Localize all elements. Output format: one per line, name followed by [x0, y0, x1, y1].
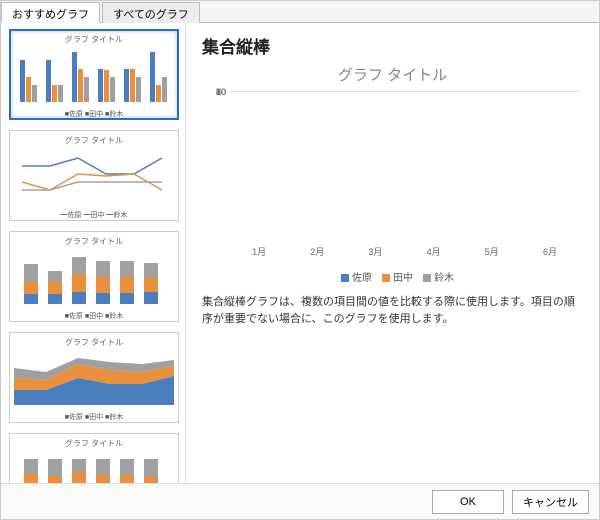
thumbnail-list[interactable]: グラフ タイトル [1, 23, 186, 483]
thumb-chart [14, 148, 174, 208]
x-tick-label: 5月 [463, 241, 521, 261]
thumb-chart [14, 249, 174, 309]
chart-description: 集合縦棒グラフは、複数の項目間の値を比較する際に使用します。項目の順序が重要でな… [202, 294, 583, 327]
chart-title: グラフ タイトル [202, 64, 583, 85]
thumb-title: グラフ タイトル [14, 438, 174, 449]
legend-swatch [341, 274, 349, 282]
legend-label: 田中 [393, 273, 413, 284]
tab-all-charts[interactable]: すべてのグラフ [102, 2, 200, 23]
thumb-title: グラフ タイトル [14, 337, 174, 348]
thumb-chart [14, 451, 174, 483]
thumb-title: グラフ タイトル [14, 135, 174, 146]
y-tick-label: 70 [204, 87, 226, 97]
dialog-buttons: OK キャンセル [1, 483, 599, 519]
x-tick-label: 6月 [521, 241, 579, 261]
x-tick-label: 1月 [230, 241, 288, 261]
legend-swatch [423, 274, 431, 282]
dialog-body: グラフ タイトル [1, 23, 599, 483]
thumb-legend: ■佐原 ■田中 ■鈴木 [14, 109, 174, 117]
insert-chart-dialog: { "tabs": { "recommended": "おすすめグラフ", "a… [0, 0, 600, 520]
cancel-button[interactable]: キャンセル [512, 490, 589, 514]
thumb-legend: ■佐原 ■田中 ■鈴木 [14, 311, 174, 319]
thumb-clustered-column[interactable]: グラフ タイトル [9, 29, 179, 120]
thumb-chart [14, 350, 174, 410]
thumb-line[interactable]: グラフ タイトル ━佐原 ━田中 ━鈴木 [9, 130, 179, 221]
thumb-legend: ■佐原 ■田中 ■鈴木 [14, 412, 174, 420]
legend-label: 佐原 [352, 273, 372, 284]
legend-swatch [382, 274, 390, 282]
x-tick-label: 4月 [405, 241, 463, 261]
x-tick-label: 2月 [288, 241, 346, 261]
thumb-legend: ━佐原 ━田中 ━鈴木 [14, 210, 174, 218]
tab-strip: おすすめグラフ すべてのグラフ [1, 1, 599, 23]
legend-label: 鈴木 [434, 273, 454, 284]
main-chart: 010203040506070 1月2月3月4月5月6月 [202, 91, 583, 261]
thumb-stacked-area[interactable]: グラフ タイトル ■佐原 ■田中 ■鈴木 [9, 332, 179, 423]
tab-recommended[interactable]: おすすめグラフ [1, 2, 100, 23]
thumb-chart [14, 47, 174, 107]
thumb-stacked-column[interactable]: グラフ タイトル ■佐原 ■田中 ■鈴木 [9, 231, 179, 322]
thumb-100pct-stacked-column[interactable]: グラフ タイトル ■佐原 ■田中 ■鈴木 [9, 433, 179, 483]
chart-legend: 佐原 田中 鈴木 [202, 269, 583, 284]
ok-button[interactable]: OK [432, 490, 504, 514]
preview-pane: 集合縦棒 グラフ タイトル 010203040506070 1月2月3月4月5月… [186, 23, 599, 483]
x-tick-label: 3月 [346, 241, 404, 261]
thumb-title: グラフ タイトル [14, 236, 174, 247]
chart-type-name: 集合縦棒 [202, 33, 583, 58]
thumb-title: グラフ タイトル [14, 34, 174, 45]
